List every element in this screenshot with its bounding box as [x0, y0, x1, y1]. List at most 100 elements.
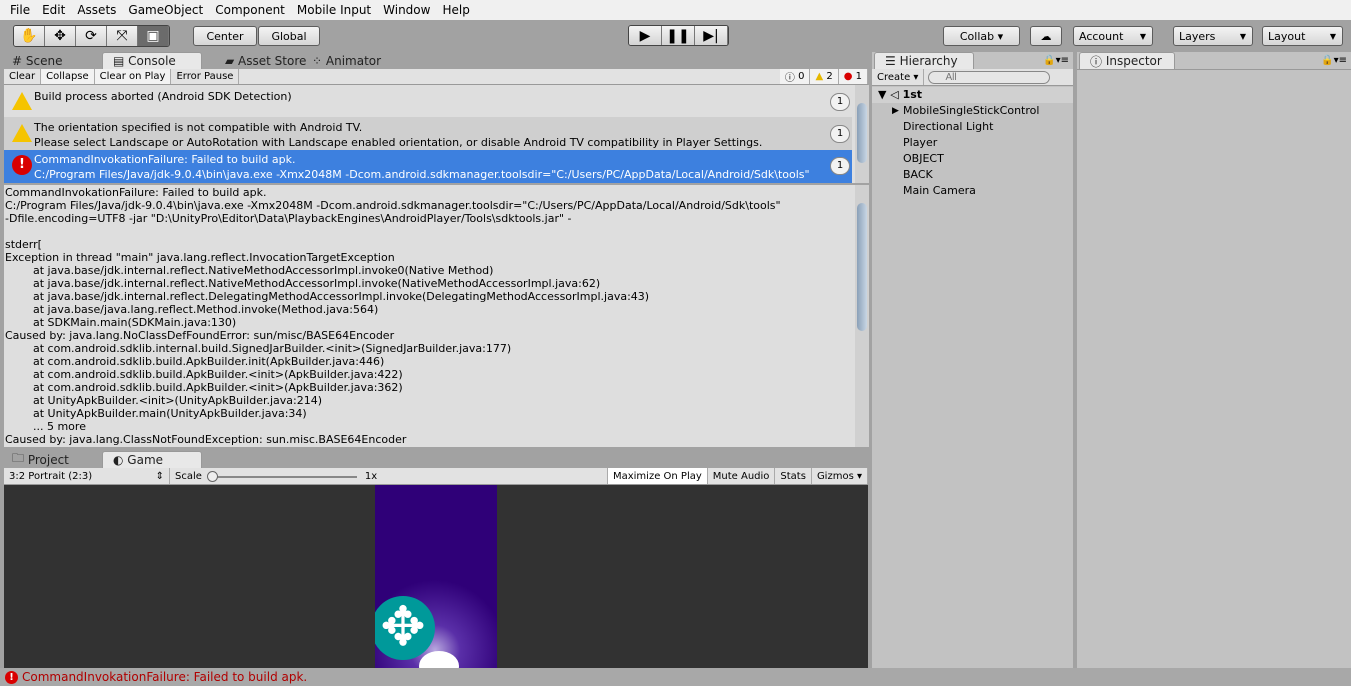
- rect-tool-icon[interactable]: ▣: [138, 26, 169, 46]
- list-icon: ☰: [885, 54, 900, 68]
- clear-button[interactable]: Clear: [4, 69, 42, 84]
- tab-scene[interactable]: # Scene: [2, 52, 100, 69]
- menu-file[interactable]: File: [4, 3, 36, 17]
- scale-tool-icon[interactable]: ⤧: [107, 26, 138, 46]
- center-button[interactable]: Center: [193, 26, 257, 46]
- tab-asset-store[interactable]: ▰ Asset Store: [215, 52, 310, 69]
- scene-header[interactable]: ▼ ◁ 1st: [872, 87, 1073, 103]
- status-text: CommandInvokationFailure: Failed to buil…: [22, 670, 308, 684]
- hierarchy-item[interactable]: ▶ MobileSingleStickControl: [892, 103, 1039, 119]
- scroll-thumb[interactable]: [857, 203, 867, 331]
- gizmos-dropdown[interactable]: Gizmos ▾: [812, 468, 868, 484]
- layers-dropdown[interactable]: Layers ▼: [1173, 26, 1253, 46]
- error-icon: !: [5, 670, 18, 684]
- menu-component[interactable]: Component: [209, 3, 291, 17]
- global-button[interactable]: Global: [258, 26, 320, 46]
- aspect-dropdown[interactable]: 3:2 Portrait (2:3) ⇕: [4, 468, 170, 484]
- info-icon: ⓘ: [1090, 54, 1106, 69]
- hierarchy-item[interactable]: Directional Light: [903, 119, 993, 135]
- scale-value: 1x: [364, 470, 378, 482]
- rotate-tool-icon[interactable]: ⟳: [76, 26, 107, 46]
- console-entry[interactable]: Build process aborted (Android SDK Detec…: [4, 85, 852, 117]
- hierarchy-item[interactable]: BACK: [903, 167, 933, 183]
- status-bar[interactable]: ! CommandInvokationFailure: Failed to bui…: [0, 668, 1351, 686]
- error-filter[interactable]: ● 1: [839, 69, 868, 84]
- lock-icon[interactable]: 🔒▾≡: [1321, 55, 1347, 66]
- tab-console[interactable]: ▤ Console: [102, 52, 202, 69]
- scale-slider[interactable]: [206, 468, 357, 484]
- hierarchy-item[interactable]: Main Camera: [903, 183, 976, 199]
- account-dropdown[interactable]: Account ▼: [1073, 26, 1153, 46]
- tab-label: Game: [127, 453, 164, 467]
- entry-text: The orientation specified is not compati…: [34, 121, 363, 134]
- mute-audio-button[interactable]: Mute Audio: [708, 468, 776, 484]
- console-entry[interactable]: The orientation specified is not compati…: [4, 117, 852, 150]
- hand-tool-icon[interactable]: ✋: [14, 26, 45, 46]
- tab-animator[interactable]: ⁘ Animator: [302, 52, 392, 69]
- warning-icon: [12, 124, 32, 142]
- collab-label: Collab ▾: [959, 29, 1004, 43]
- collapse-button[interactable]: Collapse: [41, 69, 95, 84]
- layout-dropdown[interactable]: Layout ▼: [1262, 26, 1343, 46]
- clear-on-play-button[interactable]: Clear on Play: [94, 69, 172, 84]
- move-tool-icon[interactable]: ✥: [45, 26, 76, 46]
- tab-game[interactable]: ◐ Game: [102, 451, 202, 468]
- menu-mobile-input[interactable]: Mobile Input: [291, 3, 377, 17]
- center-label: Center: [206, 29, 244, 43]
- step-icon[interactable]: ▶|: [695, 26, 728, 45]
- grid-icon: #: [12, 53, 26, 68]
- warning-count: 2: [826, 71, 833, 82]
- lock-icon[interactable]: 🔒▾≡: [1043, 55, 1069, 66]
- pause-icon[interactable]: ❚❚: [662, 26, 695, 45]
- joystick-move-icon[interactable]: ✥: [375, 596, 435, 660]
- scroll-thumb[interactable]: [857, 103, 867, 163]
- collab-button[interactable]: Collab ▾: [943, 26, 1020, 46]
- menu-help[interactable]: Help: [436, 3, 475, 17]
- tab-inspector[interactable]: ⓘ Inspector: [1079, 52, 1175, 69]
- error-pause-button[interactable]: Error Pause: [171, 69, 240, 84]
- console-list-scrollbar[interactable]: [855, 85, 869, 183]
- hierarchy-item[interactable]: Player: [903, 135, 937, 151]
- warning-filter[interactable]: ▲ 2: [810, 69, 839, 84]
- expand-arrow-icon[interactable]: ▶: [892, 103, 899, 119]
- warning-icon: ▲: [815, 71, 824, 82]
- stats-button[interactable]: Stats: [775, 468, 812, 484]
- tab-label: Project: [27, 452, 69, 467]
- updown-icon: ⇕: [155, 470, 164, 482]
- game-view[interactable]: ✥: [4, 485, 868, 668]
- hierarchy-search-input[interactable]: [928, 70, 1051, 84]
- maximize-on-play-button[interactable]: Maximize On Play: [606, 468, 708, 484]
- menu-window[interactable]: Window: [377, 3, 436, 17]
- warning-icon: [12, 92, 32, 110]
- global-label: Global: [271, 29, 307, 43]
- tab-hierarchy[interactable]: ☰ Hierarchy: [874, 52, 974, 69]
- info-filter[interactable]: ⓘ 0: [780, 69, 811, 84]
- entry-text-2: Please select Landscape or AutoRotation …: [34, 136, 763, 149]
- console-entry-selected[interactable]: ! CommandInvokationFailure: Failed to bui…: [4, 150, 852, 183]
- dropdown-arrow-icon: ▼: [1239, 31, 1246, 41]
- hierarchy-item[interactable]: OBJECT: [903, 151, 944, 167]
- folder-icon: 🗀: [12, 451, 28, 465]
- game-icon: ◐: [113, 453, 128, 467]
- cloud-icon[interactable]: ☁: [1030, 26, 1062, 46]
- tab-project[interactable]: 🗀 Project: [2, 451, 100, 468]
- layers-label: Layers: [1179, 29, 1216, 43]
- gizmos-label: Gizmos: [816, 470, 854, 482]
- account-label: Account: [1079, 29, 1124, 43]
- bag-icon: ▰: [225, 53, 239, 68]
- console-detail-text: CommandInvokationFailure: Failed to buil…: [4, 185, 855, 447]
- create-dropdown[interactable]: Create ▾: [872, 69, 925, 85]
- aspect-label: 3:2 Portrait (2:3): [9, 470, 93, 482]
- console-icon: ▤: [113, 54, 129, 68]
- detail-scrollbar[interactable]: [855, 185, 869, 447]
- menu-assets[interactable]: Assets: [71, 3, 122, 17]
- tab-label: Animator: [325, 53, 382, 68]
- play-icon[interactable]: ▶: [629, 26, 662, 45]
- menu-edit[interactable]: Edit: [36, 3, 71, 17]
- slider-handle[interactable]: [206, 471, 218, 482]
- game-toolbar: 3:2 Portrait (2:3) ⇕ Scale 1x Maximize On…: [4, 468, 868, 485]
- error-icon: !: [12, 155, 32, 175]
- menu-gameobject[interactable]: GameObject: [122, 3, 209, 17]
- animator-icon: ⁘: [312, 53, 326, 68]
- entry-count: 1: [830, 125, 850, 143]
